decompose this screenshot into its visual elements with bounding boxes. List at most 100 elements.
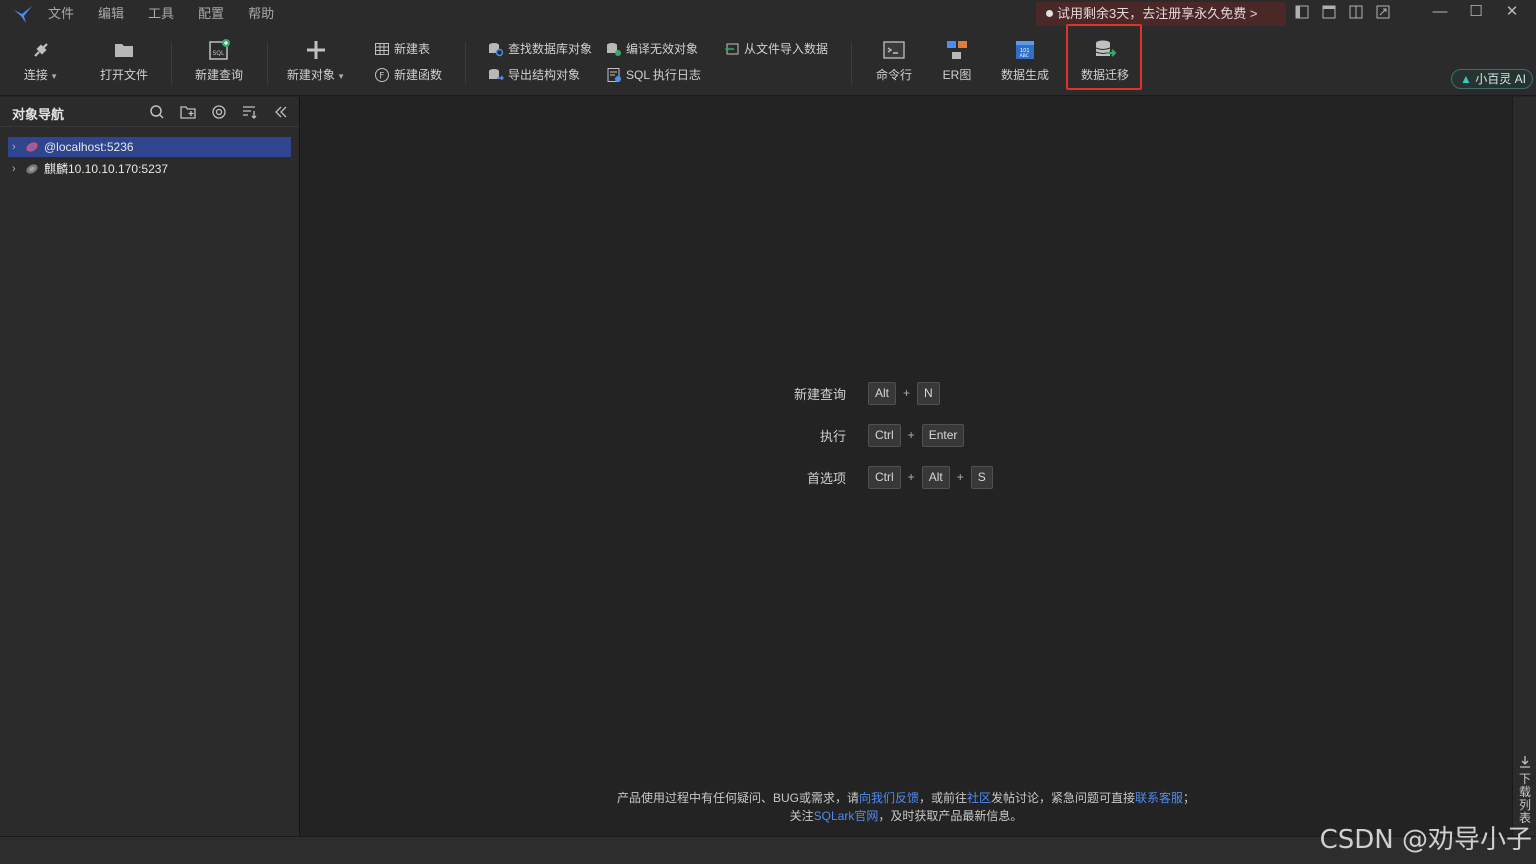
- db-export-icon: [489, 69, 504, 81]
- find-db-object-label: 查找数据库对象: [508, 42, 593, 56]
- toolbar-divider: [171, 42, 172, 84]
- log-file-icon: [607, 68, 621, 82]
- chevron-right-icon[interactable]: ›: [12, 137, 22, 157]
- community-link[interactable]: 社区: [967, 791, 991, 805]
- export-structure-button[interactable]: 导出结构对象: [488, 65, 580, 85]
- data-generate-button[interactable]: 101 ABC 数据生成: [990, 38, 1060, 83]
- compile-invalid-label: 编译无效对象: [626, 42, 699, 56]
- minimize-button[interactable]: —: [1424, 0, 1456, 26]
- connection-item-kylin[interactable]: › 麒麟10.10.10.170:5237: [8, 159, 291, 179]
- footer-text: 发帖讨论，紧急问题可直接: [991, 791, 1136, 805]
- trial-banner[interactable]: 试用剩余3天，去注册享永久免费 >: [1036, 2, 1286, 26]
- dot-icon: [1046, 10, 1053, 17]
- footer-text: ；: [1183, 791, 1196, 805]
- sql-log-button[interactable]: SQL 执行日志: [606, 65, 701, 85]
- sort-icon[interactable]: [241, 103, 259, 121]
- function-icon: F: [375, 68, 389, 82]
- plus-sign: +: [956, 470, 964, 484]
- feedback-link[interactable]: 向我们反馈: [859, 791, 919, 805]
- footer-text: 产品使用过程中有任何疑问、BUG或需求，请: [616, 791, 859, 805]
- window-controls: — ☐ ✕: [1420, 0, 1528, 26]
- menu-help[interactable]: 帮助: [248, 0, 274, 28]
- chevron-right-icon[interactable]: ›: [12, 159, 22, 179]
- database-connection-icon: [26, 142, 38, 152]
- shortcut-label: 新建查询: [793, 386, 846, 402]
- top-panel-toggle-icon[interactable]: [1321, 4, 1337, 20]
- new-folder-icon[interactable]: [179, 103, 197, 121]
- status-bar: [0, 836, 1536, 864]
- key-cap: Alt: [921, 465, 950, 489]
- key-cap: Enter: [921, 423, 965, 447]
- new-query-label: 新建查询: [194, 68, 243, 82]
- compile-invalid-button[interactable]: 编译无效对象: [606, 39, 698, 59]
- official-site-link[interactable]: SQLark官网: [814, 809, 879, 823]
- menu-edit[interactable]: 编辑: [98, 0, 124, 28]
- plus-sign: +: [907, 470, 915, 484]
- shortcut-label: 执行: [819, 428, 846, 444]
- shortcut-row: 首选项 Ctrl + Alt + S: [766, 465, 993, 489]
- navigator-title: 对象导航: [12, 107, 65, 122]
- contact-support-link[interactable]: 联系客服: [1135, 791, 1183, 805]
- maximize-button[interactable]: ☐: [1460, 0, 1492, 26]
- close-button[interactable]: ✕: [1496, 0, 1528, 26]
- new-function-button[interactable]: F 新建函数: [374, 65, 442, 85]
- shortcut-label: 首选项: [806, 470, 846, 486]
- new-table-label: 新建表: [394, 42, 431, 56]
- db-search-icon: [489, 43, 504, 57]
- new-query-button[interactable]: SQL 新建查询: [184, 38, 254, 83]
- sql-log-label: SQL 执行日志: [626, 68, 701, 82]
- command-line-button[interactable]: 命令行: [859, 38, 929, 83]
- object-navigator-panel: 对象导航 › @localhost:5236 › 麒麟10.10.10.170:…: [0, 97, 300, 836]
- title-bar: 文件 编辑 工具 配置 帮助 试用剩余3天，去注册享永久免费 > — ☐ ✕: [0, 0, 1536, 28]
- new-function-label: 新建函数: [394, 68, 443, 82]
- terminal-icon: [883, 41, 905, 59]
- find-db-object-button[interactable]: 查找数据库对象: [488, 39, 592, 59]
- layout-toggle-group: [1294, 4, 1402, 20]
- filter-view-icon[interactable]: [210, 103, 228, 121]
- new-object-label: 新建对象: [286, 68, 335, 82]
- ai-assistant-button[interactable]: ▲ 小百灵 AI: [1451, 69, 1533, 89]
- open-file-button[interactable]: 打开文件: [89, 38, 159, 83]
- download-list-tab[interactable]: 下载列表: [1518, 773, 1532, 825]
- plug-icon: [34, 43, 48, 57]
- left-panel-toggle-icon[interactable]: [1294, 4, 1310, 20]
- footer-text: ，或前往: [918, 791, 967, 805]
- svg-text:F: F: [379, 72, 384, 82]
- connection-label: @localhost:5236: [44, 140, 134, 154]
- right-side-panel: 下载列表: [1512, 97, 1536, 836]
- download-icon[interactable]: [1518, 755, 1532, 769]
- app-logo-icon: [14, 6, 32, 23]
- navigator-actions: [148, 103, 303, 121]
- footer-text: ，及时获取产品最新信息。: [878, 809, 1023, 823]
- command-line-label: 命令行: [875, 68, 912, 82]
- connect-button[interactable]: 连接 ▼: [6, 38, 76, 83]
- connection-item-localhost[interactable]: › @localhost:5236: [8, 137, 291, 157]
- import-from-file-button[interactable]: 从文件导入数据: [724, 39, 828, 59]
- key-cap: Ctrl: [868, 465, 901, 489]
- new-table-button[interactable]: 新建表: [374, 39, 430, 59]
- trial-text: 试用剩余3天，去注册享永久免费 >: [1057, 6, 1258, 21]
- split-panel-toggle-icon[interactable]: [1348, 4, 1364, 20]
- toolbar-divider: [465, 42, 466, 84]
- footer-text: 关注: [789, 809, 814, 823]
- database-connection-icon: [26, 164, 38, 174]
- menu-config[interactable]: 配置: [198, 0, 224, 28]
- new-object-button[interactable]: 新建对象 ▼: [281, 38, 351, 83]
- caret-down-icon: ▼: [47, 72, 59, 81]
- collapse-panel-icon[interactable]: [272, 103, 290, 121]
- caret-down-icon: ▼: [334, 72, 346, 81]
- er-diagram-button[interactable]: ER图: [922, 38, 992, 83]
- watermark-text: CSDN @劝导小子: [1319, 825, 1532, 855]
- plus-icon: [307, 41, 325, 59]
- fullscreen-icon[interactable]: [1375, 4, 1391, 20]
- key-cap: Alt: [868, 381, 897, 405]
- shortcut-row: 新建查询 Alt + N: [766, 381, 940, 405]
- menu-tools[interactable]: 工具: [148, 0, 174, 28]
- key-cap: S: [970, 465, 993, 489]
- er-diagram-label: ER图: [942, 68, 972, 82]
- menu-file[interactable]: 文件: [48, 0, 74, 28]
- export-structure-label: 导出结构对象: [508, 68, 581, 82]
- annotation-highlight-box: [1066, 24, 1142, 90]
- search-icon[interactable]: [148, 103, 166, 121]
- svg-text:SQL: SQL: [213, 50, 226, 57]
